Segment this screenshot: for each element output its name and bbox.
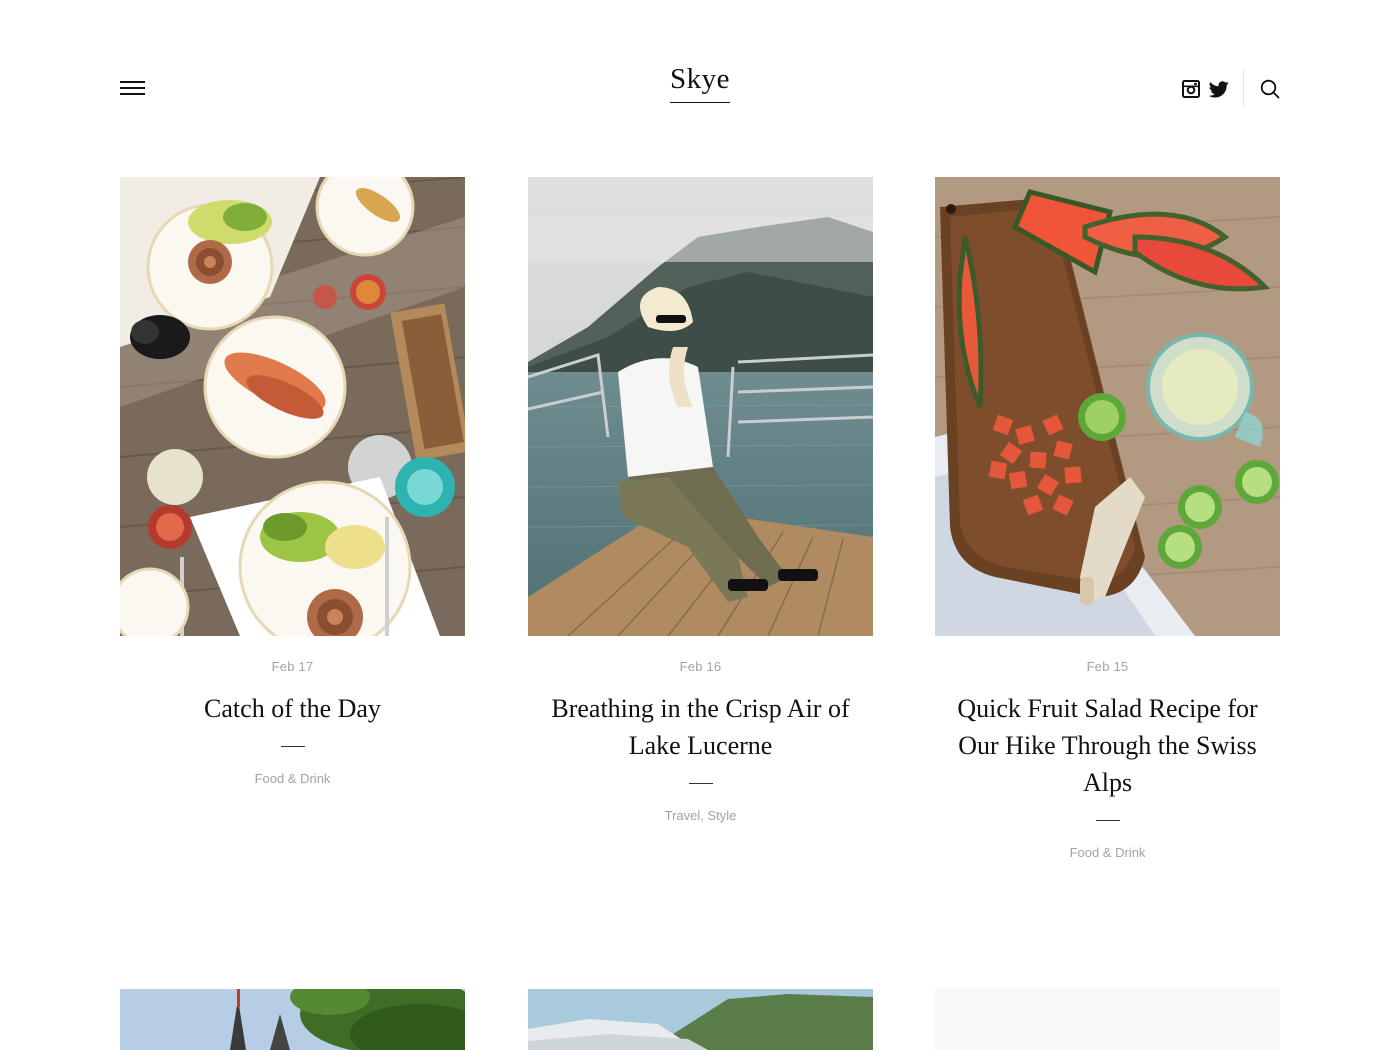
post-card: Feb 17 Catch of the Day Food & Drink [120, 177, 465, 786]
post-title-link[interactable]: Quick Fruit Salad Recipe for Our Hike Th… [957, 694, 1257, 797]
post-categories: Food & Drink [120, 771, 465, 786]
site-header: Skye [0, 0, 1400, 140]
post-date: Feb 15 [1086, 659, 1129, 674]
category-link[interactable]: Travel [665, 808, 701, 823]
site-logo[interactable]: Skye [670, 63, 730, 103]
category-link[interactable]: Food & Drink [255, 771, 331, 786]
post-title: Catch of the Day [128, 690, 458, 727]
post-title: Quick Fruit Salad Recipe for Our Hike Th… [943, 690, 1273, 801]
post-date: Feb 17 [271, 659, 314, 674]
post-thumbnail[interactable] [120, 177, 465, 636]
post-thumbnail[interactable] [935, 177, 1280, 636]
twitter-icon[interactable] [1208, 78, 1230, 100]
post-title-link[interactable]: Breathing in the Crisp Air of Lake Lucer… [551, 694, 849, 760]
post-thumbnail-placeholder[interactable] [935, 989, 1280, 1050]
post-title-link[interactable]: Catch of the Day [204, 694, 381, 723]
post-card: Feb 16 Breathing in the Crisp Air of Lak… [528, 177, 873, 823]
social-links [1180, 78, 1230, 100]
search-icon[interactable] [1258, 77, 1282, 101]
category-link[interactable]: Style [707, 808, 736, 823]
post-thumbnail[interactable] [120, 989, 465, 1050]
post-thumbnail[interactable] [528, 989, 873, 1050]
instagram-icon[interactable] [1180, 78, 1202, 100]
post-separator [280, 746, 305, 747]
post-thumbnail[interactable] [528, 177, 873, 636]
post-separator [1095, 820, 1120, 821]
post-separator [688, 783, 713, 784]
post-categories: Travel, Style [664, 808, 737, 823]
post-title: Breathing in the Crisp Air of Lake Lucer… [536, 690, 866, 764]
post-card: Feb 15 Quick Fruit Salad Recipe for Our … [935, 177, 1280, 860]
post-categories: Food & Drink [935, 845, 1280, 860]
header-divider [1243, 70, 1244, 106]
post-date: Feb 16 [679, 659, 722, 674]
category-link[interactable]: Food & Drink [1070, 845, 1146, 860]
